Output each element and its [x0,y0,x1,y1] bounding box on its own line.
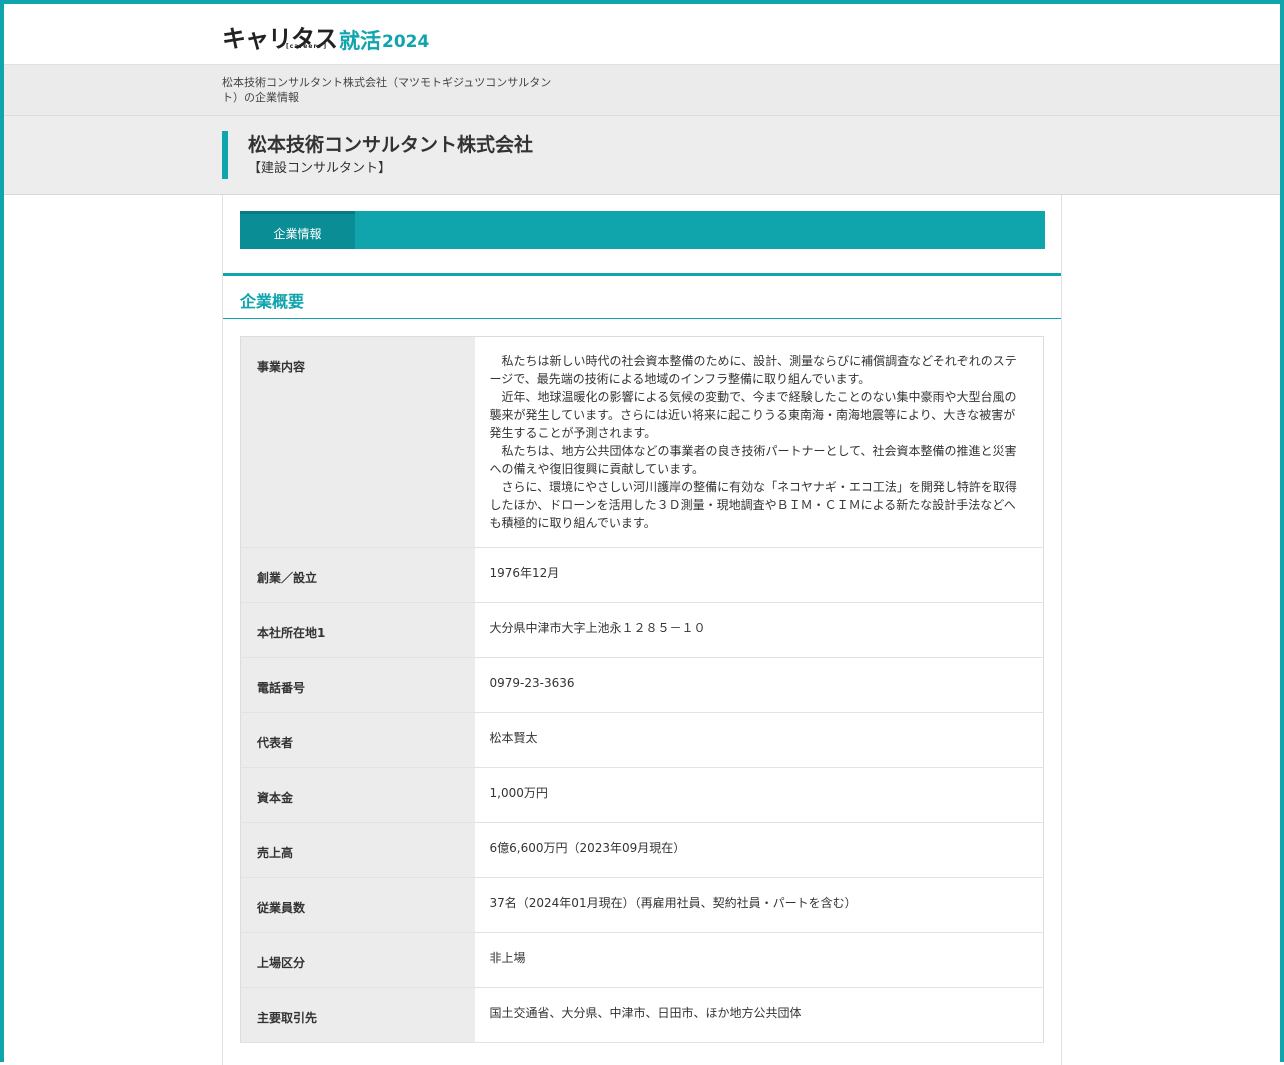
business-description: 私たちは新しい時代の社会資本整備のために、設計、測量ならびに補償調査などそれぞれ… [474,336,1044,548]
breadcrumb-band: 松本技術コンサルタント株式会社（マツモトギジュツコンサルタント）の企業情報 [4,64,1280,116]
section-title: 企業概要 [240,292,305,311]
row-value: 37名（2024年01月現在）（再雇用社員、契約社員・パートを含む） [474,877,1044,933]
row-label: 資本金 [240,767,475,823]
row-value: 非上場 [474,932,1044,988]
table-row: 代表者 松本賢太 [240,712,1044,768]
row-label: 売上高 [240,822,475,878]
row-label: 電話番号 [240,657,475,713]
table-row: 従業員数 37名（2024年01月現在）（再雇用社員、契約社員・パートを含む） [240,877,1044,933]
company-name: 松本技術コンサルタント株式会社 [248,134,534,156]
row-value: 大分県中津市大字上池永１２８５－１０ [474,602,1044,658]
business-paragraph: 近年、地球温暖化の影響による気候の変動で、今まで経験したことのない集中豪雨や大型… [489,390,1017,440]
company-heading-band: 松本技術コンサルタント株式会社 【建設コンサルタント】 [4,116,1280,195]
row-label: 上場区分 [240,932,475,988]
table-row: 電話番号 0979-23-3636 [240,657,1044,713]
business-paragraph: 私たちは新しい時代の社会資本整備のために、設計、測量ならびに補償調査などそれぞれ… [489,354,1017,386]
table-row: 事業内容 私たちは新しい時代の社会資本整備のために、設計、測量ならびに補償調査な… [240,336,1044,548]
logo-job-text: 就活 [339,29,381,53]
row-label: 創業／設立 [240,547,475,603]
site-header: キャリタス [career+] 就活 2024 [4,4,1280,64]
row-value: 1976年12月 [474,547,1044,603]
row-value: 1,000万円 [474,767,1044,823]
business-paragraph: さらに、環境にやさしい河川護岸の整備に有効な「ネコヤナギ・エコ工法」を開発し特許… [489,480,1017,530]
row-value: 松本賢太 [474,712,1044,768]
table-row: 売上高 6億6,600万円（2023年09月現在） [240,822,1044,878]
company-heading: 松本技術コンサルタント株式会社 【建設コンサルタント】 [222,131,533,179]
breadcrumb: 松本技術コンサルタント株式会社（マツモトギジュツコンサルタント）の企業情報 [222,76,552,104]
row-value: 0979-23-3636 [474,657,1044,713]
business-paragraph: 私たちは、地方公共団体などの事業者の良き技術パートナーとして、社会資本整備の推進… [489,444,1017,476]
table-row: 資本金 1,000万円 [240,767,1044,823]
table-row: 主要取引先 国土交通省、大分県、中津市、日田市、ほか地方公共団体 [240,987,1044,1043]
table-row: 上場区分 非上場 [240,932,1044,988]
logo-year-text: 2024 [382,32,430,53]
main-card: 企業情報 企業概要 事業内容 私たちは新しい時代の社会資本整備のために、設計、測… [222,195,1062,1065]
company-overview-table: 事業内容 私たちは新しい時代の社会資本整備のために、設計、測量ならびに補償調査な… [240,336,1044,1043]
row-value: 国土交通省、大分県、中津市、日田市、ほか地方公共団体 [474,987,1044,1043]
row-label: 代表者 [240,712,475,768]
row-label: 事業内容 [240,336,475,548]
logo-sub-text: [career+] [286,43,328,50]
section-header: 企業概要 [223,273,1061,319]
table-row: 創業／設立 1976年12月 [240,547,1044,603]
row-label: 従業員数 [240,877,475,933]
tab-company-info[interactable]: 企業情報 [240,211,355,249]
row-label: 本社所在地1 [240,602,475,658]
row-value: 6億6,600万円（2023年09月現在） [474,822,1044,878]
company-category: 【建設コンサルタント】 [248,161,392,176]
tab-bar: 企業情報 [240,211,1045,249]
site-logo[interactable]: キャリタス [career+] 就活 2024 [222,18,429,52]
row-label: 主要取引先 [240,987,475,1043]
table-row: 本社所在地1 大分県中津市大字上池永１２８５－１０ [240,602,1044,658]
